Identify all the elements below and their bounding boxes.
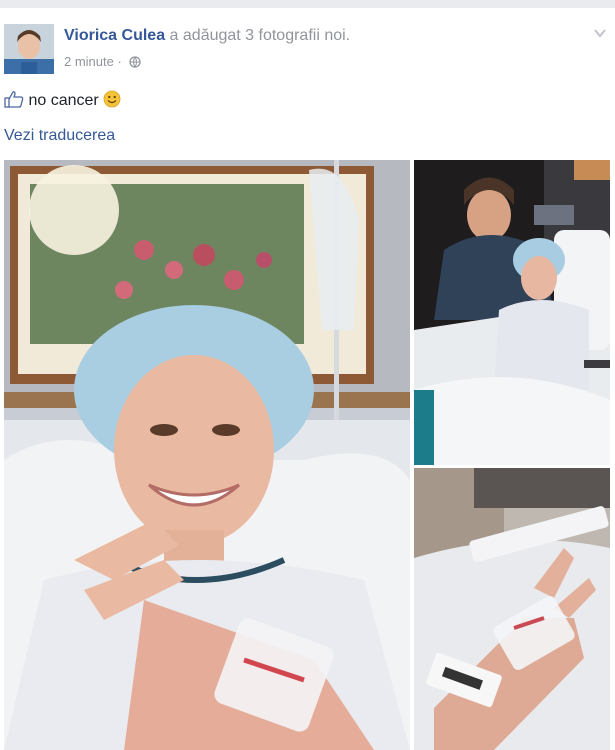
avatar[interactable] [4, 24, 54, 74]
post-text: no cancer [28, 92, 99, 109]
post-body: no cancer [4, 90, 121, 110]
smiley-icon [103, 90, 121, 109]
thumbs-up-icon [4, 91, 28, 109]
photo-hospital-bed-visitor[interactable] [414, 160, 610, 465]
see-translation-link[interactable]: Vezi traducerea [4, 127, 115, 145]
post-meta: 2 minute · [64, 54, 142, 69]
globe-icon[interactable] [125, 54, 142, 69]
top-bar [0, 0, 615, 8]
post-header: Viorica Culea a adăugat 3 fotografii noi… [64, 27, 350, 45]
timestamp[interactable]: 2 minute [64, 54, 114, 69]
author-name-link[interactable]: Viorica Culea [64, 27, 165, 44]
photo-selfie-hospital[interactable] [4, 160, 410, 750]
post-options-chevron-icon[interactable] [593, 26, 607, 40]
post-action-text: a adăugat 3 fotografii noi. [169, 27, 351, 44]
photo-iv-hand[interactable] [414, 468, 610, 750]
